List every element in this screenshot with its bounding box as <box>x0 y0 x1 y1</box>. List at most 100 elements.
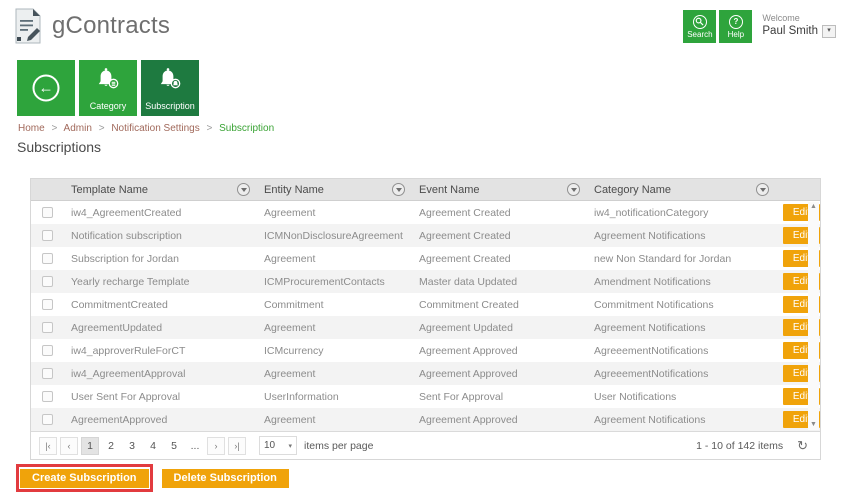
filter-icon[interactable] <box>237 183 250 196</box>
checkbox-cell <box>31 230 63 241</box>
page-size-caret-icon: ▾ <box>288 442 292 450</box>
bell-subscription-icon <box>155 66 185 101</box>
table-row: AgreementUpdated Agreement Agreement Updat… <box>31 316 820 339</box>
footer-actions: Create Subscription Delete Subscription <box>16 464 289 492</box>
table-row: Yearly recharge Template ICMProcurementCo… <box>31 270 820 293</box>
cell-template: Subscription for Jordan <box>71 252 179 265</box>
user-block: Welcome Paul Smith ▾ <box>762 10 836 39</box>
help-icon: ? <box>728 14 743 29</box>
page-number[interactable]: 1 <box>81 436 99 455</box>
create-subscription-button[interactable]: Create Subscription <box>20 469 149 488</box>
help-button[interactable]: ? Help <box>719 10 753 43</box>
items-per-page-label: items per page <box>304 439 374 452</box>
search-button[interactable]: Search <box>683 10 717 43</box>
breadcrumb-notification-settings[interactable]: Notification Settings <box>111 123 199 134</box>
page-number[interactable]: 5 <box>165 437 183 455</box>
breadcrumb-home[interactable]: Home <box>18 123 45 134</box>
checkbox-cell <box>31 253 63 264</box>
scroll-down-icon[interactable]: ▼ <box>810 420 817 430</box>
refresh-icon[interactable]: ↻ <box>797 438 808 454</box>
cell-category: AgreeementNotifications <box>594 344 709 357</box>
column-header-label: Template Name <box>71 183 149 196</box>
bell-category-icon <box>93 66 123 101</box>
cell-entity: Commitment <box>264 298 324 311</box>
cell-entity: UserInformation <box>264 390 339 403</box>
filter-icon[interactable] <box>756 183 769 196</box>
column-header-label: Event Name <box>419 183 480 196</box>
cell-category: Agreement Notifications <box>594 229 706 242</box>
grid-body: iw4_AgreementCreated Agreement Agreement C… <box>31 201 820 431</box>
row-checkbox[interactable] <box>41 207 53 218</box>
row-checkbox[interactable] <box>41 391 53 402</box>
table-row: Subscription for Jordan Agreement Agreemen… <box>31 247 820 270</box>
pager-prev-button[interactable]: ‹ <box>60 436 78 455</box>
checkbox-cell <box>31 345 63 356</box>
page-number[interactable]: 3 <box>123 437 141 455</box>
user-name: Paul Smith <box>762 25 818 38</box>
row-checkbox[interactable] <box>41 368 53 379</box>
nav-tile-subscription[interactable]: Subscription <box>141 60 199 116</box>
page-size-select[interactable]: 10 ▾ <box>259 436 297 455</box>
breadcrumb-separator: > <box>98 123 105 134</box>
cell-category: new Non Standard for Jordan <box>594 252 732 265</box>
page-number[interactable]: 4 <box>144 437 162 455</box>
checkbox-cell <box>31 299 63 310</box>
cell-event: Agreement Approved <box>419 367 518 380</box>
back-tile[interactable]: ← <box>17 60 75 116</box>
breadcrumb-separator: > <box>206 123 213 134</box>
app-logo-icon <box>13 8 43 50</box>
breadcrumb-admin[interactable]: Admin <box>64 123 92 134</box>
cell-template: Yearly recharge Template <box>71 275 190 288</box>
cell-event: Agreement Updated <box>419 321 513 334</box>
cell-entity: Agreement <box>264 367 316 380</box>
welcome-label: Welcome <box>762 13 800 23</box>
table-body: iw4_AgreementCreated Agreement Agreement C… <box>31 201 820 431</box>
row-checkbox[interactable] <box>41 345 53 356</box>
table-row: User Sent For Approval UserInformation Sen… <box>31 385 820 408</box>
scroll-up-icon[interactable]: ▲ <box>810 202 817 212</box>
page-numbers: 1 2 3 4 5... <box>81 436 207 455</box>
column-header-label: Entity Name <box>264 183 324 196</box>
search-label: Search <box>687 29 713 39</box>
cell-entity: ICMProcurementContacts <box>264 275 385 288</box>
cell-template: AgreementUpdated <box>71 321 163 334</box>
vertical-scrollbar[interactable]: ▲ ▼ <box>808 202 819 430</box>
filter-icon[interactable] <box>567 183 580 196</box>
row-checkbox[interactable] <box>41 230 53 241</box>
table-row: iw4_approverRuleForCT ICMcurrency Agreemen… <box>31 339 820 362</box>
nav-tile-category[interactable]: Category <box>79 60 137 116</box>
cell-entity: ICMcurrency <box>264 344 324 357</box>
pager: |‹ ‹ 1 2 3 4 5... › ›| 10 ▾ items per page 1… <box>31 431 820 459</box>
column-header-template: Template Name <box>63 179 256 200</box>
grid-header-row: Template Name Entity Name Event Name Catego… <box>31 179 820 201</box>
row-checkbox[interactable] <box>41 322 53 333</box>
nav-tiles: ← Category Subscription <box>17 60 203 116</box>
cell-event: Agreement Created <box>419 252 511 265</box>
filter-icon[interactable] <box>392 183 405 196</box>
cell-template: Notification subscription <box>71 229 182 242</box>
page-number[interactable]: 2 <box>102 437 120 455</box>
checkbox-cell <box>31 276 63 287</box>
delete-subscription-button[interactable]: Delete Subscription <box>161 468 289 488</box>
pager-next-button[interactable]: › <box>207 436 225 455</box>
page-number[interactable]: ... <box>186 437 204 455</box>
user-menu-caret-icon[interactable]: ▾ <box>822 24 836 38</box>
cell-template: iw4_AgreementCreated <box>71 206 182 219</box>
row-checkbox[interactable] <box>41 253 53 264</box>
checkbox-cell <box>31 322 63 333</box>
row-checkbox[interactable] <box>41 414 53 425</box>
row-checkbox[interactable] <box>41 276 53 287</box>
cell-template: AgreementApproved <box>71 413 168 426</box>
back-arrow-icon: ← <box>32 74 60 102</box>
app-title: gContracts <box>52 12 171 39</box>
cell-event: Agreement Created <box>419 229 511 242</box>
table-row: AgreementApproved Agreement Agreement Appr… <box>31 408 820 431</box>
pager-first-button[interactable]: |‹ <box>39 436 57 455</box>
help-label: Help <box>727 29 745 39</box>
cell-entity: Agreement <box>264 206 316 219</box>
table-row: Notification subscription ICMNonDisclosur… <box>31 224 820 247</box>
checkbox-cell <box>31 391 63 402</box>
breadcrumb-subscription: Subscription <box>219 123 275 134</box>
row-checkbox[interactable] <box>41 299 53 310</box>
pager-last-button[interactable]: ›| <box>228 436 246 455</box>
